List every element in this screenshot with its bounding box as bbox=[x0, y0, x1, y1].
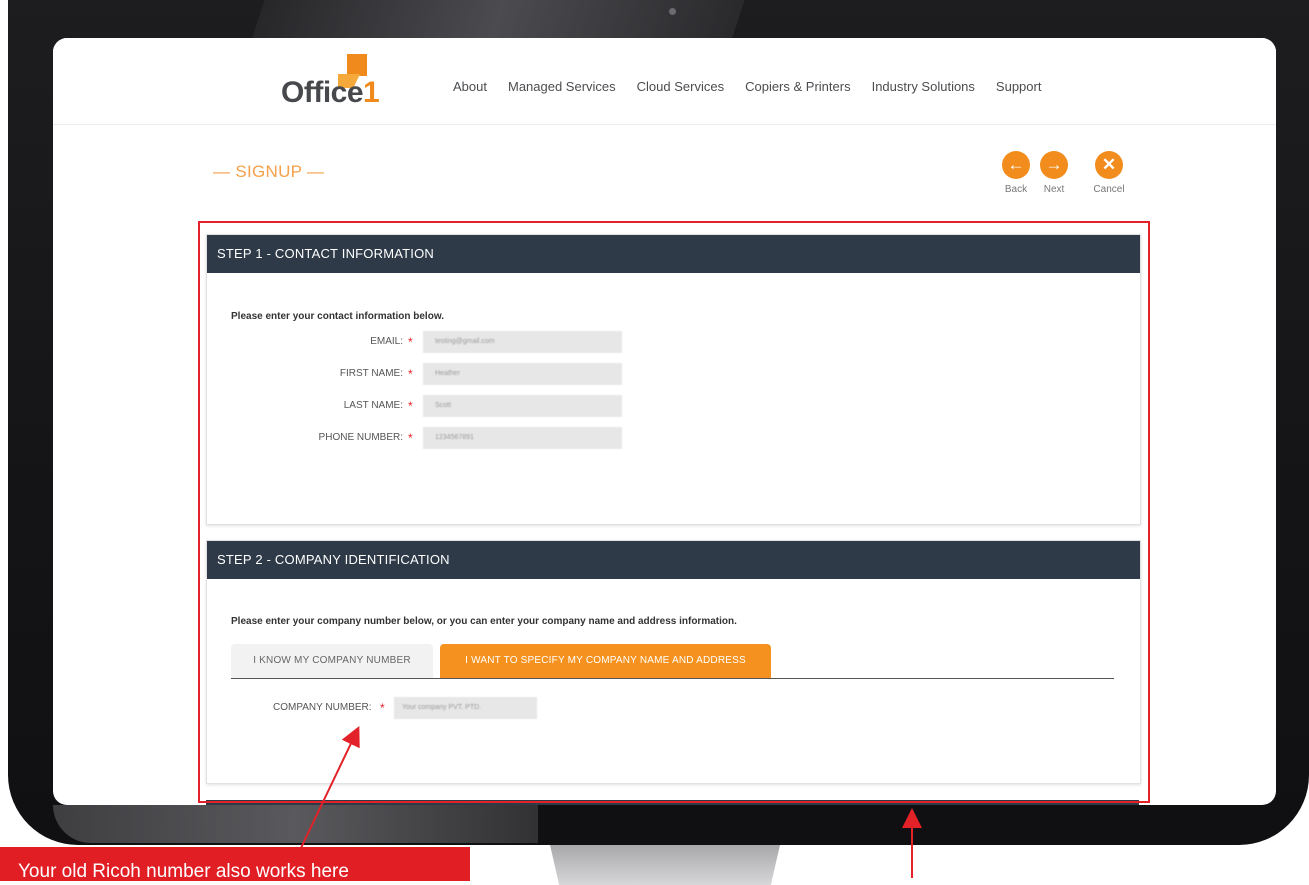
chin-shine bbox=[53, 805, 538, 843]
arrow-right-icon: → bbox=[1040, 151, 1068, 179]
nav-support[interactable]: Support bbox=[996, 79, 1042, 94]
office1-logo[interactable]: Office1 bbox=[281, 54, 396, 114]
monitor-stand bbox=[550, 845, 780, 885]
logo-mark bbox=[347, 54, 367, 76]
bezel-shine bbox=[251, 0, 745, 40]
top-navbar: Office1 About Managed Services Cloud Ser… bbox=[53, 38, 1276, 125]
arrow-left-icon: ← bbox=[1002, 151, 1030, 179]
nav-industry-solutions[interactable]: Industry Solutions bbox=[872, 79, 975, 94]
cancel-label: Cancel bbox=[1093, 184, 1125, 195]
camera-icon bbox=[669, 8, 676, 15]
nav-cloud-services[interactable]: Cloud Services bbox=[637, 79, 724, 94]
next-label: Next bbox=[1043, 184, 1065, 195]
main-nav: About Managed Services Cloud Services Co… bbox=[453, 79, 1062, 94]
close-icon: ✕ bbox=[1095, 151, 1123, 179]
logo-wordmark: Office1 bbox=[281, 76, 380, 109]
cancel-button[interactable]: ✕ Cancel bbox=[1084, 151, 1134, 195]
nav-copiers-printers[interactable]: Copiers & Printers bbox=[745, 79, 850, 94]
callout-label: Your old Ricoh number also works here bbox=[0, 847, 470, 881]
nav-managed-services[interactable]: Managed Services bbox=[508, 79, 616, 94]
nav-about[interactable]: About bbox=[453, 79, 487, 94]
next-button[interactable]: → Next bbox=[1029, 151, 1079, 195]
highlight-box bbox=[198, 221, 1150, 803]
page-title: — SIGNUP — bbox=[213, 162, 325, 181]
